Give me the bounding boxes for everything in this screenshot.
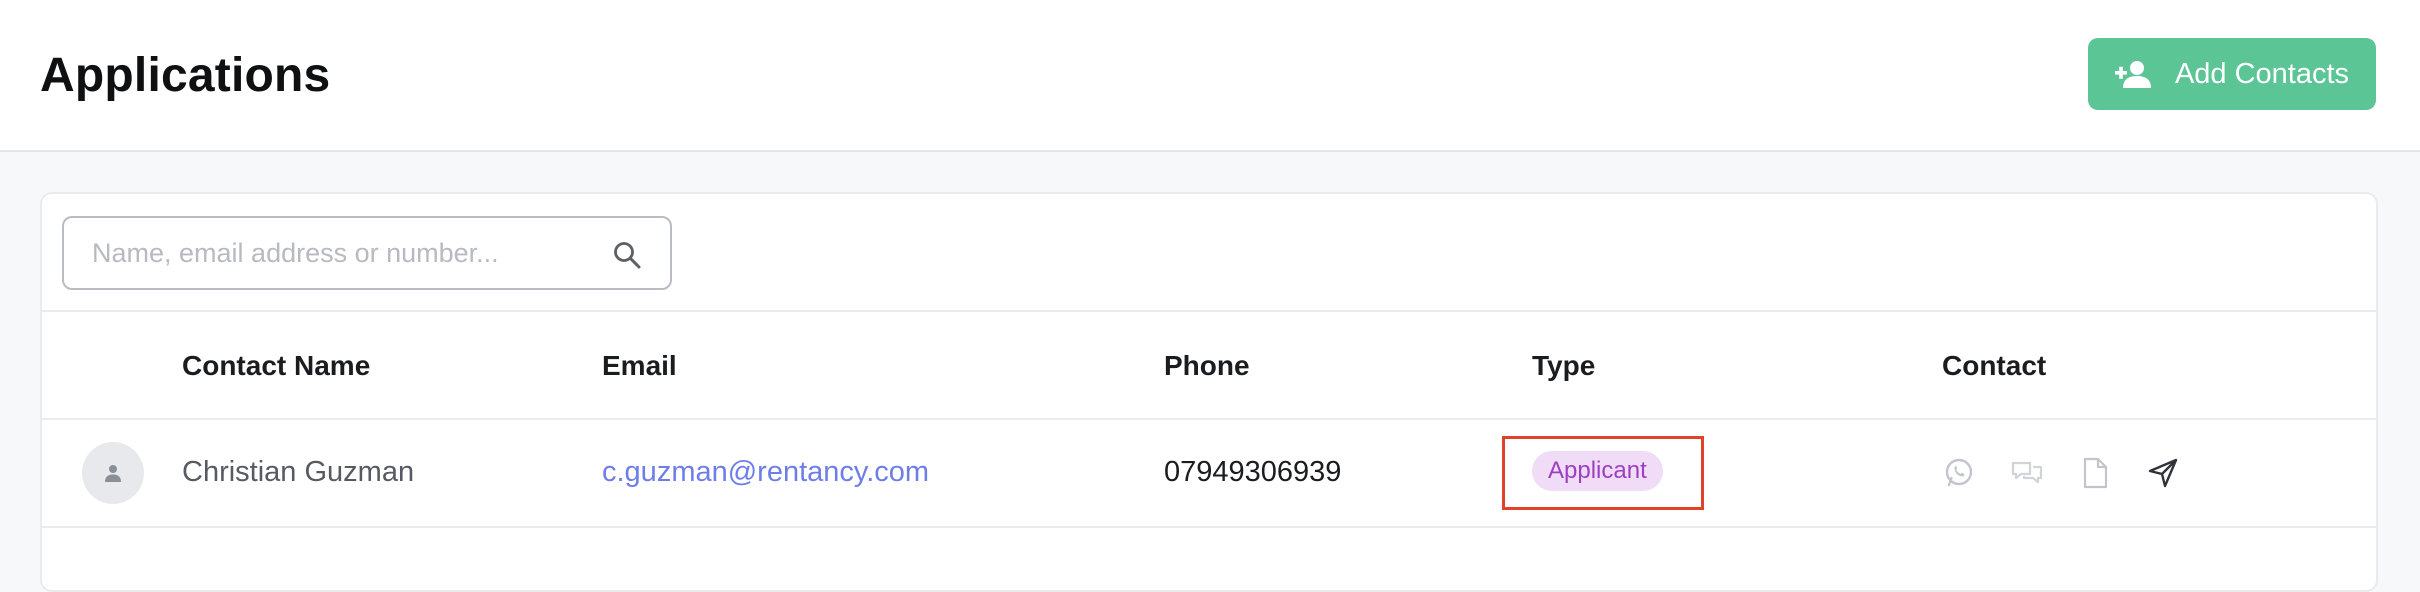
column-header-phone: Phone: [1164, 350, 1250, 381]
search-box[interactable]: [62, 216, 672, 290]
contact-name: Christian Guzman: [182, 456, 415, 488]
add-person-icon: [2114, 59, 2153, 89]
divider: [42, 310, 2376, 312]
contacts-card: Contact Name Email Phone Type Contact Ch…: [40, 192, 2378, 592]
divider: [42, 526, 2376, 528]
avatar: [82, 442, 144, 504]
search-icon[interactable]: [612, 240, 642, 270]
status-badge: Applicant: [1532, 451, 1663, 491]
phone-number: 07949306939: [1164, 456, 1342, 488]
send-icon[interactable]: [2146, 456, 2180, 490]
chat-icon[interactable]: [2010, 456, 2044, 490]
column-header-contact: Contact: [1942, 350, 2047, 381]
add-contacts-button[interactable]: Add Contacts: [2088, 38, 2376, 110]
column-header-type: Type: [1532, 350, 1596, 381]
column-header-email: Email: [602, 350, 677, 381]
page-header: Applications Add Contacts: [0, 0, 2420, 152]
whatsapp-icon[interactable]: [1942, 456, 1976, 490]
add-contacts-label: Add Contacts: [2174, 57, 2350, 90]
person-icon: [105, 465, 121, 482]
email-link[interactable]: c.guzman@rentancy.com: [602, 456, 929, 488]
search-input[interactable]: [90, 218, 590, 288]
divider: [42, 418, 2376, 420]
column-header-contact-name: Contact Name: [182, 350, 371, 381]
page-title: Applications: [40, 49, 331, 102]
document-icon[interactable]: [2078, 456, 2112, 490]
